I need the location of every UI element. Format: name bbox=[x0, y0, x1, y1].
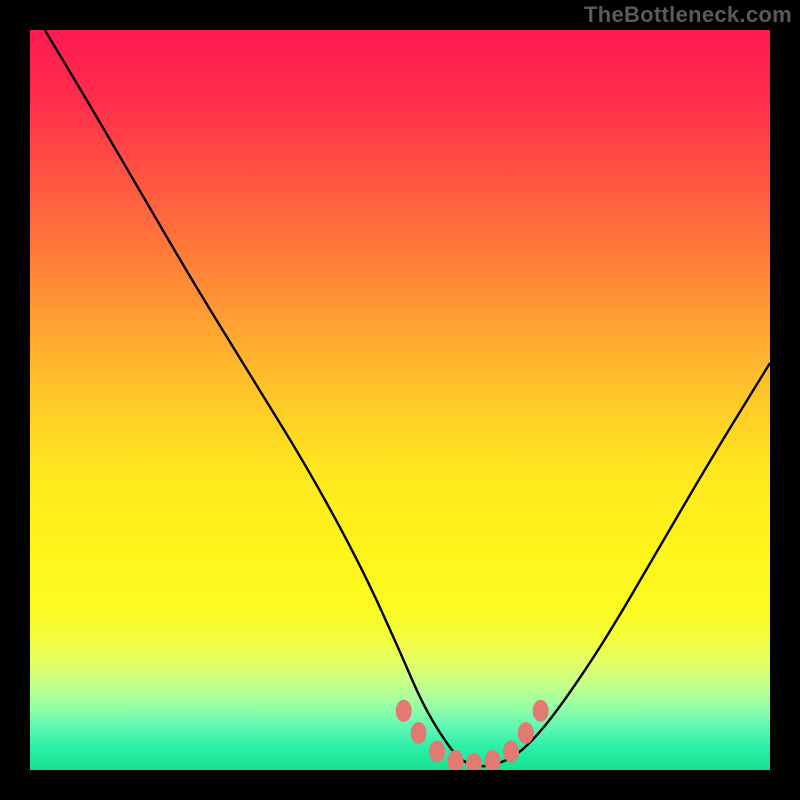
curve-marker bbox=[466, 753, 482, 770]
curve-marker bbox=[533, 700, 549, 722]
curve-marker bbox=[518, 722, 534, 744]
chart-frame: TheBottleneck.com bbox=[0, 0, 800, 800]
curve-marker bbox=[396, 700, 412, 722]
curve-marker bbox=[448, 750, 464, 770]
curve-marker bbox=[485, 750, 501, 770]
marker-group bbox=[396, 700, 549, 770]
plot-area bbox=[30, 30, 770, 770]
bottleneck-curve bbox=[45, 30, 770, 766]
curve-marker bbox=[411, 722, 427, 744]
watermark-text: TheBottleneck.com bbox=[584, 2, 792, 28]
curve-marker bbox=[429, 741, 445, 763]
curve-layer bbox=[30, 30, 770, 770]
curve-marker bbox=[503, 741, 519, 763]
